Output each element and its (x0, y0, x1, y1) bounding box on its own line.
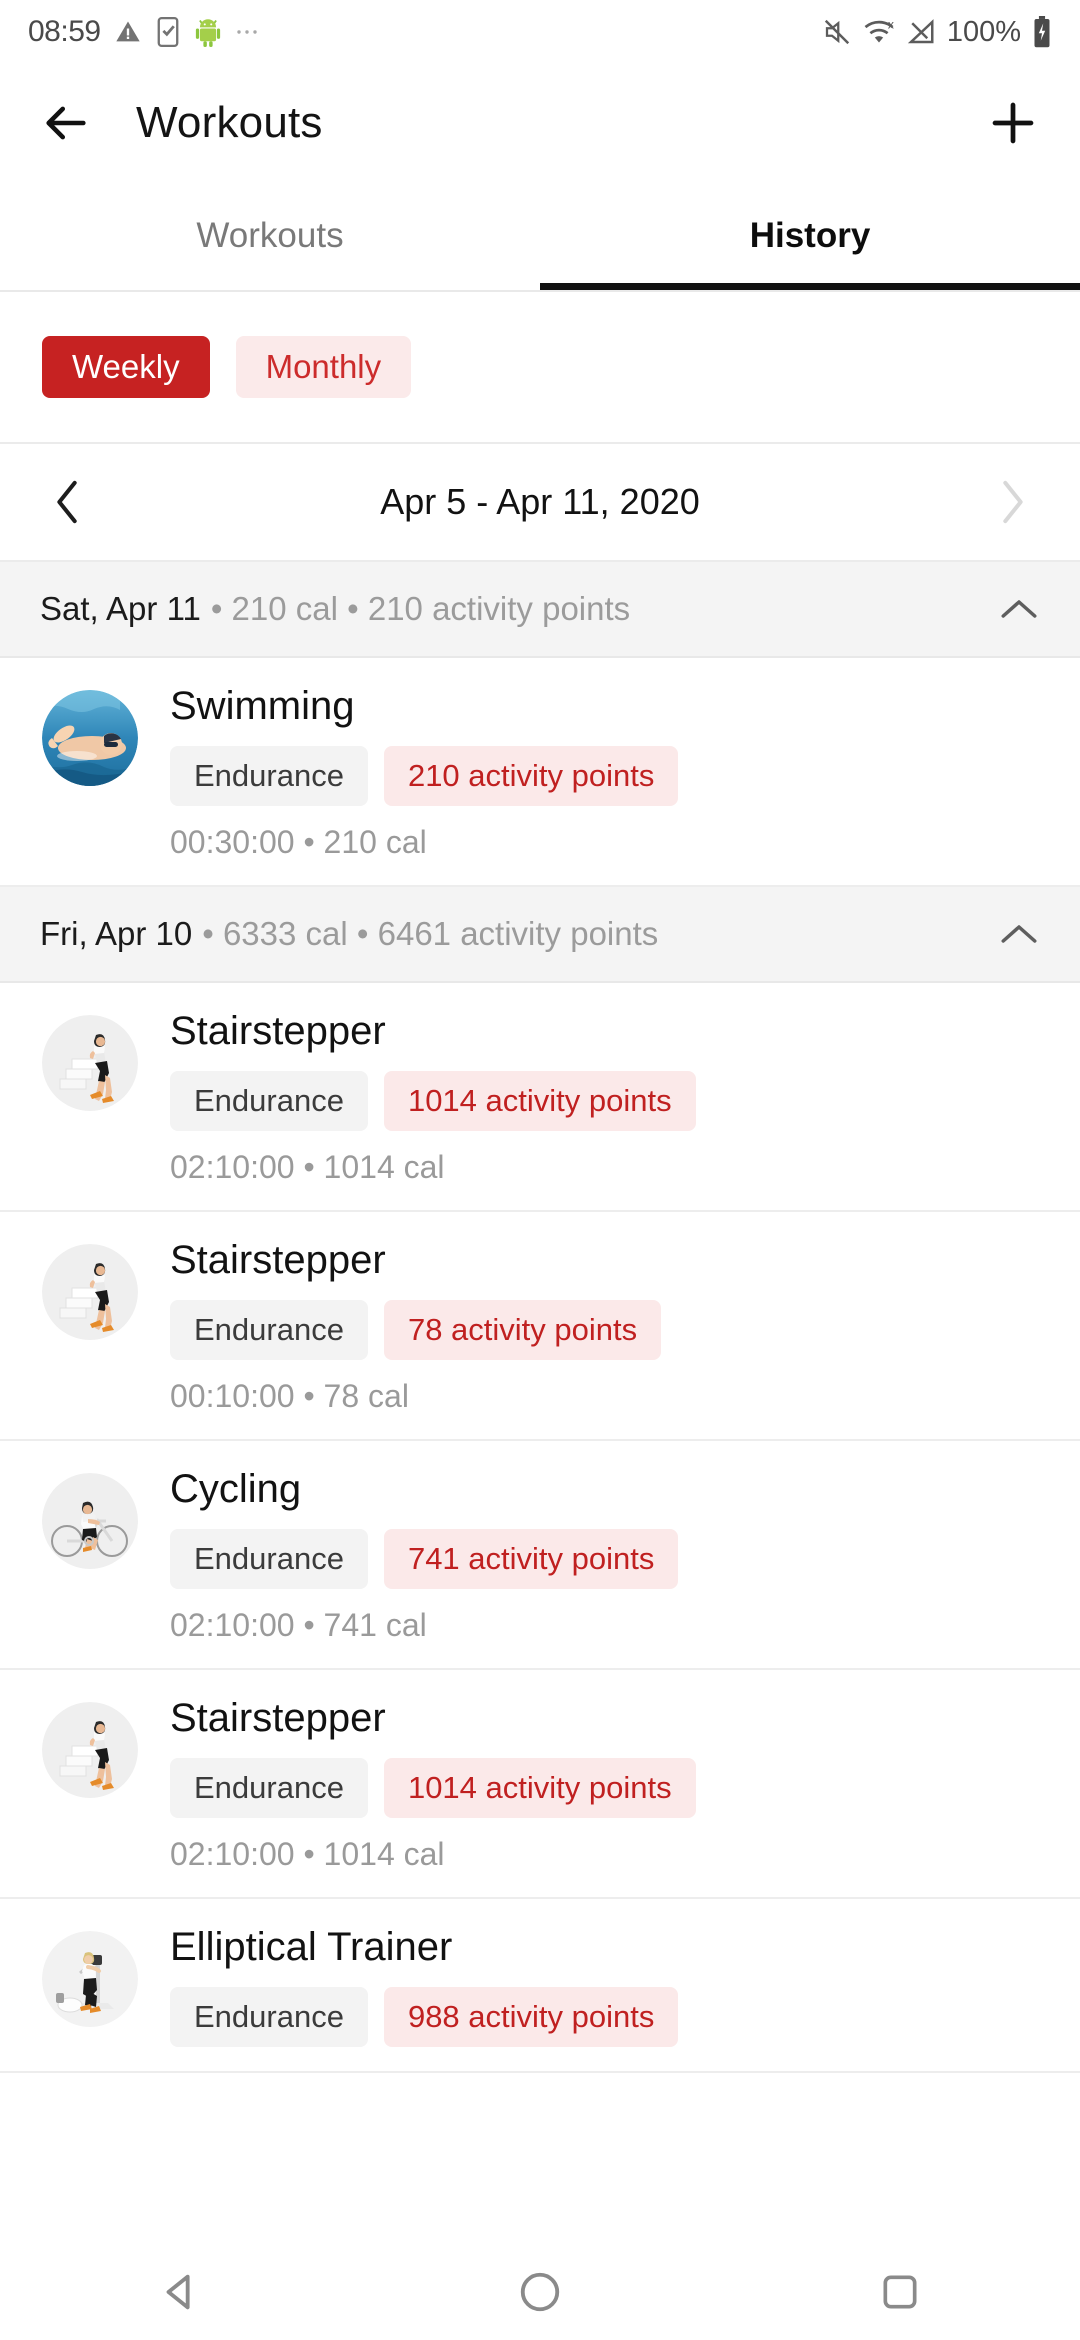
workout-title: Stairstepper (170, 1696, 386, 1740)
warning-triangle-icon (114, 18, 142, 46)
workout-category-chip: Endurance (170, 746, 368, 806)
workout-row[interactable]: Cycling Endurance 741 activity points 02… (0, 1441, 1080, 1670)
workout-detail: 02:10:00 • 1014 cal (170, 1836, 445, 1872)
tab-workouts[interactable]: Workouts (0, 182, 540, 290)
chevron-up-icon[interactable] (998, 920, 1040, 948)
nav-back-triangle-icon[interactable] (120, 2244, 240, 2340)
workout-chips: Endurance 78 activity points (170, 1300, 1040, 1360)
workout-category-chip: Endurance (170, 1529, 368, 1589)
day-group-date: Sat, Apr 11 (40, 590, 201, 627)
workout-chips: Endurance 1014 activity points (170, 1071, 1040, 1131)
period-chip-monthly-label: Monthly (265, 348, 382, 385)
workout-chips: Endurance 210 activity points (170, 746, 1040, 806)
workout-detail: 00:10:00 • 78 cal (170, 1378, 409, 1414)
back-arrow-icon[interactable] (40, 97, 92, 149)
page-title: Workouts (136, 98, 323, 147)
cycling-photo (42, 1473, 138, 1569)
workout-points-chip: 210 activity points (383, 746, 679, 806)
period-chip-monthly[interactable]: Monthly (235, 336, 412, 398)
signal-no-service-icon (906, 18, 936, 46)
workout-detail: 00:30:00 • 210 cal (170, 824, 427, 860)
workout-body: Stairstepper Endurance 1014 activity poi… (170, 1009, 1040, 1186)
status-bar-right: x 100% (822, 16, 1052, 49)
tab-history-label: History (749, 216, 871, 255)
stairstepper-photo (42, 1244, 138, 1340)
workout-row[interactable]: Stairstepper Endurance 1014 activity poi… (0, 1670, 1080, 1899)
plus-icon[interactable] (986, 96, 1040, 150)
workout-row[interactable]: Stairstepper Endurance 1014 activity poi… (0, 983, 1080, 1212)
date-range-label: Apr 5 - Apr 11, 2020 (380, 481, 700, 522)
workout-detail: 02:10:00 • 1014 cal (170, 1149, 445, 1185)
elliptical-photo (42, 1931, 138, 2027)
status-time: 08:59 (28, 15, 101, 48)
workout-title: Swimming (170, 684, 355, 728)
overflow-dots-icon (235, 28, 259, 36)
workout-chips: Endurance 988 activity points (170, 1987, 1040, 2047)
battery-percent-label: 100% (946, 15, 1021, 48)
svg-text:x: x (887, 18, 894, 31)
tab-workouts-label: Workouts (196, 216, 344, 255)
day-group-date: Fri, Apr 10 (40, 915, 193, 952)
workout-title: Elliptical Trainer (170, 1925, 453, 1969)
tab-history[interactable]: History (540, 182, 1080, 290)
battery-charging-icon (1032, 16, 1052, 48)
status-bar-left: 08:59 (28, 15, 259, 49)
workout-title: Cycling (170, 1467, 302, 1511)
workout-body: Cycling Endurance 741 activity points 02… (170, 1467, 1040, 1644)
status-bar: 08:59 x 100% (0, 0, 1080, 64)
workout-category-chip: Endurance (170, 1071, 368, 1131)
workout-body: Elliptical Trainer Endurance 988 activit… (170, 1925, 1040, 2047)
workout-title: Stairstepper (170, 1238, 386, 1282)
workout-chips: Endurance 1014 activity points (170, 1758, 1040, 1818)
workout-chips: Endurance 741 activity points (170, 1529, 1040, 1589)
phone-check-icon (155, 17, 181, 47)
nav-home-circle-icon[interactable] (480, 2244, 600, 2340)
chevron-up-icon[interactable] (998, 595, 1040, 623)
nav-recents-square-icon[interactable] (840, 2244, 960, 2340)
workout-points-chip: 1014 activity points (383, 1071, 696, 1131)
stairstepper-photo (42, 1702, 138, 1798)
workout-detail: 02:10:00 • 741 cal (170, 1607, 427, 1643)
workout-body: Stairstepper Endurance 1014 activity poi… (170, 1696, 1040, 1873)
app-screen: 08:59 x 100% Workouts Workouts History W… (0, 0, 1080, 2340)
workout-row[interactable]: Swimming Endurance 210 activity points 0… (0, 658, 1080, 887)
workout-row[interactable]: Stairstepper Endurance 78 activity point… (0, 1212, 1080, 1441)
chevron-right-icon[interactable] (998, 479, 1028, 525)
app-bar: Workouts (0, 64, 1080, 182)
day-group-header[interactable]: Fri, Apr 10 • 6333 cal • 6461 activity p… (0, 887, 1080, 983)
day-group-meta: • 6333 cal • 6461 activity points (202, 915, 659, 952)
chevron-left-icon[interactable] (52, 479, 82, 525)
workout-row[interactable]: Elliptical Trainer Endurance 988 activit… (0, 1899, 1080, 2073)
date-navigator: Apr 5 - Apr 11, 2020 (0, 444, 1080, 562)
workout-points-chip: 988 activity points (383, 1987, 679, 2047)
period-filter: Weekly Monthly (0, 292, 1080, 444)
workout-category-chip: Endurance (170, 1987, 368, 2047)
tab-bar: Workouts History (0, 182, 1080, 290)
period-chip-weekly[interactable]: Weekly (42, 336, 210, 398)
wifi-icon: x (863, 18, 895, 46)
swimming-photo (42, 690, 138, 786)
day-group-header[interactable]: Sat, Apr 11 • 210 cal • 210 activity poi… (0, 562, 1080, 658)
workout-body: Stairstepper Endurance 78 activity point… (170, 1238, 1040, 1415)
stairstepper-photo (42, 1015, 138, 1111)
android-robot-icon (194, 17, 222, 47)
workout-body: Swimming Endurance 210 activity points 0… (170, 684, 1040, 861)
day-group-meta: • 210 cal • 210 activity points (210, 590, 631, 627)
workout-points-chip: 78 activity points (383, 1300, 662, 1360)
workout-category-chip: Endurance (170, 1300, 368, 1360)
workout-title: Stairstepper (170, 1009, 386, 1053)
mute-icon (822, 17, 852, 47)
workout-points-chip: 1014 activity points (383, 1758, 696, 1818)
workout-category-chip: Endurance (170, 1758, 368, 1818)
period-chip-weekly-label: Weekly (72, 348, 180, 385)
android-nav-bar (0, 2244, 1080, 2340)
workout-points-chip: 741 activity points (383, 1529, 679, 1589)
